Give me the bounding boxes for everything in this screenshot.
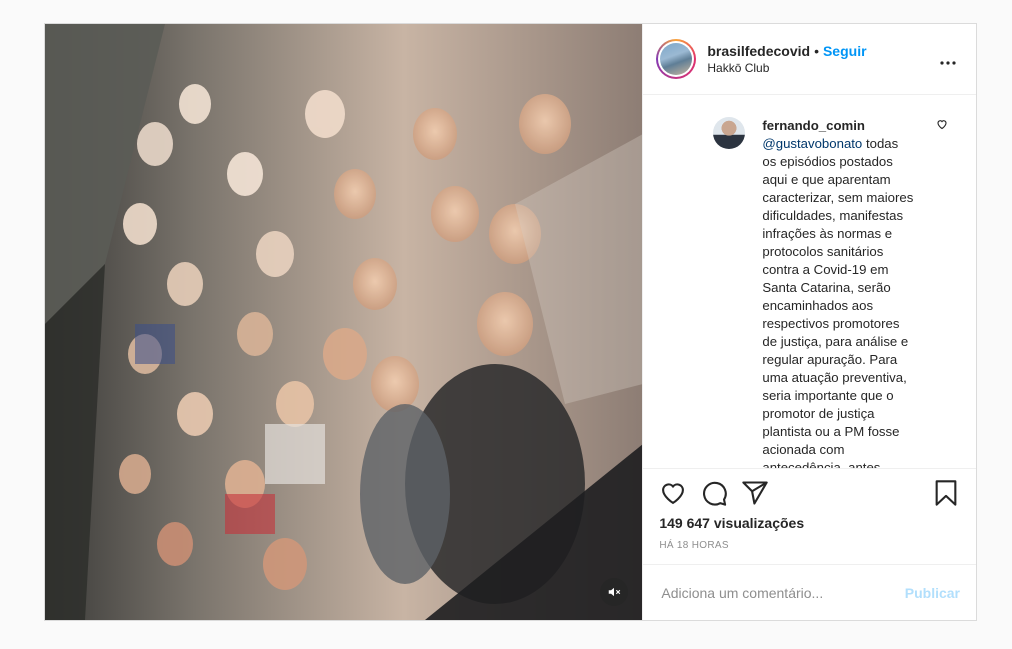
more-horizontal-icon (940, 60, 956, 65)
post-container: brasilfedecovid • Seguir Hakkō Club fernan… (44, 23, 977, 621)
post-timestamp[interactable]: HÁ 18 HORAS (659, 540, 960, 551)
share-icon[interactable] (741, 479, 769, 507)
crowd-video-frame (45, 24, 643, 620)
add-comment-bar: Publicar (643, 564, 976, 620)
comment-item: fernando_comin @gustavobonato todas os ep… (713, 117, 960, 468)
post-actions: 149 647 visualizações HÁ 18 HORAS (643, 468, 976, 564)
comment-body: fernando_comin @gustavobonato todas os ep… (762, 117, 914, 468)
commenter-avatar[interactable] (713, 117, 746, 149)
heart-icon[interactable] (659, 479, 687, 507)
bookmark-icon[interactable] (932, 479, 960, 507)
avatar-border (658, 41, 695, 77)
action-icons-row (659, 479, 960, 507)
follow-button[interactable]: Seguir (823, 43, 867, 59)
avatar-image (660, 43, 693, 75)
author-username[interactable]: brasilfedecovid (707, 43, 810, 59)
comment-mention[interactable]: @gustavobonato (762, 136, 862, 151)
comment-input[interactable] (659, 583, 905, 602)
header-text: brasilfedecovid • Seguir Hakkō Club (707, 42, 936, 76)
comment-like-icon[interactable] (936, 118, 948, 130)
location-link[interactable]: Hakkō Club (707, 60, 936, 76)
post-header: brasilfedecovid • Seguir Hakkō Club (643, 24, 976, 95)
comment-text: todas os episódios postados aqui e que a… (762, 136, 914, 468)
more-options-button[interactable] (936, 49, 960, 70)
publish-button[interactable]: Publicar (905, 585, 960, 601)
commenter-username[interactable]: fernando_comin (762, 117, 914, 135)
volume-muted-icon (609, 587, 621, 597)
comments-section[interactable]: fernando_comin @gustavobonato todas os ep… (643, 95, 976, 468)
view-count[interactable]: 149 647 visualizações (659, 515, 960, 531)
comment-icon[interactable] (700, 479, 728, 507)
post-video[interactable] (45, 24, 643, 620)
post-side-panel: brasilfedecovid • Seguir Hakkō Club fernan… (642, 24, 976, 620)
separator-dot: • (814, 43, 819, 59)
author-avatar[interactable] (656, 39, 697, 79)
header-username-line: brasilfedecovid • Seguir (707, 42, 936, 60)
